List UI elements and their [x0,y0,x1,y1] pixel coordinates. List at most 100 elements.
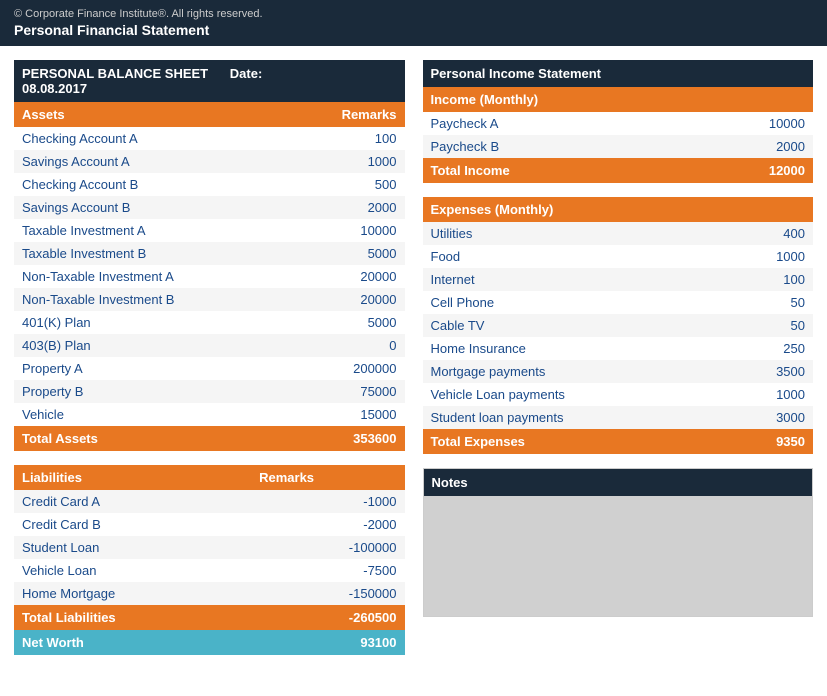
asset-row: Property A200000 [14,357,405,380]
asset-row: Non-Taxable Investment B20000 [14,288,405,311]
total-expenses-value: 9350 [723,429,813,454]
expense-row: Mortgage payments3500 [423,360,814,383]
asset-row: Savings Account B2000 [14,196,405,219]
income-name: Paycheck B [423,135,675,158]
asset-row: 403(B) Plan0 [14,334,405,357]
notes-section: Notes [423,468,814,617]
asset-row: Property B75000 [14,380,405,403]
total-liabilities-value: -260500 [251,605,404,630]
expense-row: Vehicle Loan payments1000 [423,383,814,406]
asset-value: 5000 [334,311,405,334]
asset-row: Taxable Investment B5000 [14,242,405,265]
liability-value: -7500 [251,559,404,582]
asset-name: 403(B) Plan [14,334,334,357]
asset-value: 20000 [334,288,405,311]
liability-row: Student Loan-100000 [14,536,405,559]
asset-name: Savings Account A [14,150,334,173]
balance-sheet-header-row: PERSONAL BALANCE SHEET Date: 08.08.2017 [14,60,405,102]
asset-value: 20000 [334,265,405,288]
asset-value: 2000 [334,196,405,219]
total-expenses-label: Total Expenses [423,429,724,454]
asset-value: 100 [334,127,405,150]
total-income-row: Total Income12000 [423,158,814,183]
income-label: Income (Monthly) [423,87,814,112]
asset-row: Non-Taxable Investment A20000 [14,265,405,288]
total-income-label: Total Income [423,158,675,183]
asset-row: Checking Account B500 [14,173,405,196]
liability-name: Credit Card B [14,513,251,536]
total-assets-row: Total Assets353600 [14,426,405,451]
total-liabilities-label: Total Liabilities [14,605,251,630]
app-title: Personal Financial Statement [14,22,813,38]
expense-name: Home Insurance [423,337,724,360]
asset-value: 0 [334,334,405,357]
total-assets-value: 353600 [334,426,405,451]
expense-name: Utilities [423,222,724,245]
asset-row: Savings Account A1000 [14,150,405,173]
net-worth-row: Net Worth93100 [14,630,405,655]
liabilities-header-row: Liabilities Remarks [14,465,405,490]
income-statement-title: Personal Income Statement [423,60,814,87]
liability-name: Credit Card A [14,490,251,513]
expense-value: 400 [723,222,813,245]
expense-value: 1000 [723,383,813,406]
assets-table: PERSONAL BALANCE SHEET Date: 08.08.2017 … [14,60,405,451]
assets-label: Assets [14,102,334,127]
liability-row: Credit Card A-1000 [14,490,405,513]
balance-sheet-header-spacer [334,60,405,102]
income-statement-header-row: Personal Income Statement [423,60,814,87]
expense-row: Cable TV50 [423,314,814,337]
right-panel: Personal Income Statement Income (Monthl… [423,60,814,669]
expense-name: Mortgage payments [423,360,724,383]
expense-value: 50 [723,291,813,314]
liability-row: Home Mortgage-150000 [14,582,405,605]
asset-name: Checking Account B [14,173,334,196]
expense-row: Student loan payments3000 [423,406,814,429]
asset-name: Property B [14,380,334,403]
expenses-label: Expenses (Monthly) [423,197,814,222]
liability-name: Student Loan [14,536,251,559]
copyright-text: © Corporate Finance Institute®. All righ… [14,8,813,20]
liability-value: -2000 [251,513,404,536]
total-assets-label: Total Assets [14,426,334,451]
net-worth-label: Net Worth [14,630,251,655]
expense-value: 1000 [723,245,813,268]
liability-row: Credit Card B-2000 [14,513,405,536]
expense-row: Home Insurance250 [423,337,814,360]
notes-header: Notes [424,469,813,496]
top-bar: © Corporate Finance Institute®. All righ… [0,0,827,46]
liability-name: Home Mortgage [14,582,251,605]
asset-name: Non-Taxable Investment A [14,265,334,288]
expense-name: Cell Phone [423,291,724,314]
liabilities-table: Liabilities Remarks Credit Card A-1000Cr… [14,465,405,655]
asset-value: 500 [334,173,405,196]
total-income-value: 12000 [675,158,813,183]
expense-name: Internet [423,268,724,291]
expense-value: 3000 [723,406,813,429]
asset-name: Savings Account B [14,196,334,219]
income-table: Personal Income Statement Income (Monthl… [423,60,814,183]
asset-name: 401(K) Plan [14,311,334,334]
expense-value: 100 [723,268,813,291]
expense-value: 250 [723,337,813,360]
asset-value: 5000 [334,242,405,265]
main-content: PERSONAL BALANCE SHEET Date: 08.08.2017 … [0,46,827,683]
asset-name: Taxable Investment A [14,219,334,242]
total-liabilities-row: Total Liabilities-260500 [14,605,405,630]
asset-name: Non-Taxable Investment B [14,288,334,311]
expense-name: Food [423,245,724,268]
asset-value: 75000 [334,380,405,403]
asset-name: Checking Account A [14,127,334,150]
notes-content[interactable] [424,496,813,616]
balance-sheet-title: PERSONAL BALANCE SHEET Date: 08.08.2017 [14,60,334,102]
asset-value: 200000 [334,357,405,380]
liabilities-remarks-label: Remarks [251,465,404,490]
liability-value: -150000 [251,582,404,605]
asset-row: Vehicle15000 [14,403,405,426]
liability-name: Vehicle Loan [14,559,251,582]
income-row: Paycheck A10000 [423,112,814,135]
net-worth-value: 93100 [251,630,404,655]
total-expenses-row: Total Expenses9350 [423,429,814,454]
asset-name: Property A [14,357,334,380]
liability-value: -100000 [251,536,404,559]
